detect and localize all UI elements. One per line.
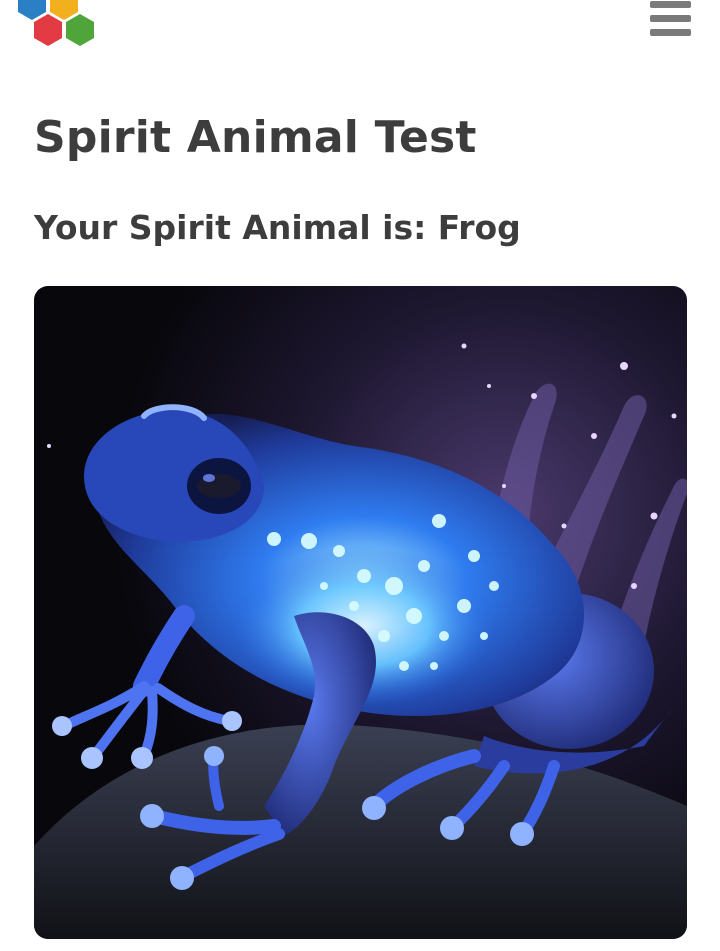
glowing-frog-illustration — [34, 286, 687, 939]
site-logo[interactable] — [18, 0, 98, 50]
page-title: Spirit Animal Test — [34, 112, 477, 163]
menu-bar — [650, 29, 691, 36]
menu-bar — [650, 15, 691, 22]
result-heading: Your Spirit Animal is: Frog — [34, 208, 521, 247]
menu-bar — [650, 1, 691, 8]
result-image — [34, 286, 687, 939]
hamburger-menu-icon[interactable] — [648, 0, 692, 38]
hexagon-cluster-logo-icon — [18, 0, 94, 46]
